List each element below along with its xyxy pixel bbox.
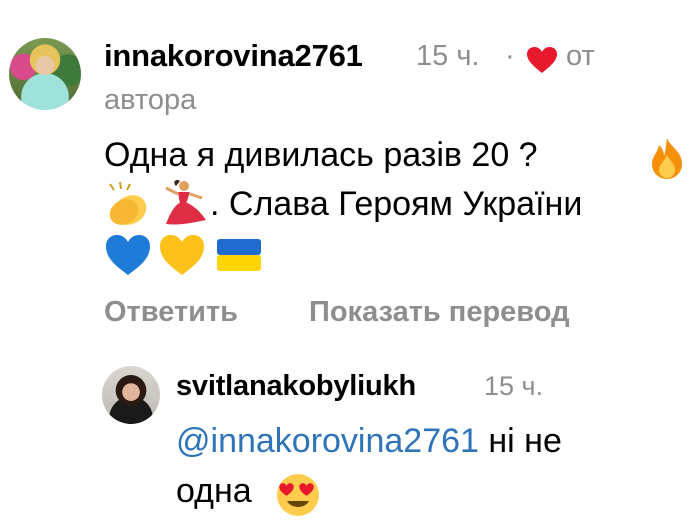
reply-time: 15 ч. [484, 371, 544, 401]
liked-by-author-prefix: от [566, 40, 595, 72]
meta-separator: · [505, 40, 515, 72]
comment-username[interactable]: innakorovina2761 [104, 38, 363, 74]
fire-icon [652, 138, 682, 179]
heart-icon[interactable] [526, 46, 558, 74]
heart-eyes-icon [277, 474, 319, 516]
reply-text-line1: @innakorovina2761 ні не [176, 420, 562, 462]
avatar[interactable] [9, 38, 81, 110]
mention-link[interactable]: @innakorovina2761 [176, 422, 479, 460]
reply-avatar[interactable] [102, 366, 160, 424]
comment-time: 15 ч. [416, 40, 480, 72]
comment-text-line2: . Слава Героям України [210, 185, 583, 223]
show-translation-button[interactable]: Показать перевод [309, 296, 569, 329]
reply-username[interactable]: svitlanakobyliukh [176, 370, 416, 403]
reply-text-line2: одна [176, 472, 252, 510]
blue-heart-icon [106, 235, 150, 275]
yellow-heart-icon [160, 235, 204, 275]
reply-text-after-mention: ні не [488, 422, 562, 460]
comment-text-line1: Одна я дивилась разів 20 ? [104, 136, 538, 174]
ukraine-flag-icon [217, 239, 261, 271]
clapping-hands-icon [109, 181, 147, 225]
reply-button[interactable]: Ответить [104, 296, 238, 329]
liked-by-author-suffix: автора [104, 84, 197, 116]
dancer-icon [165, 179, 206, 225]
